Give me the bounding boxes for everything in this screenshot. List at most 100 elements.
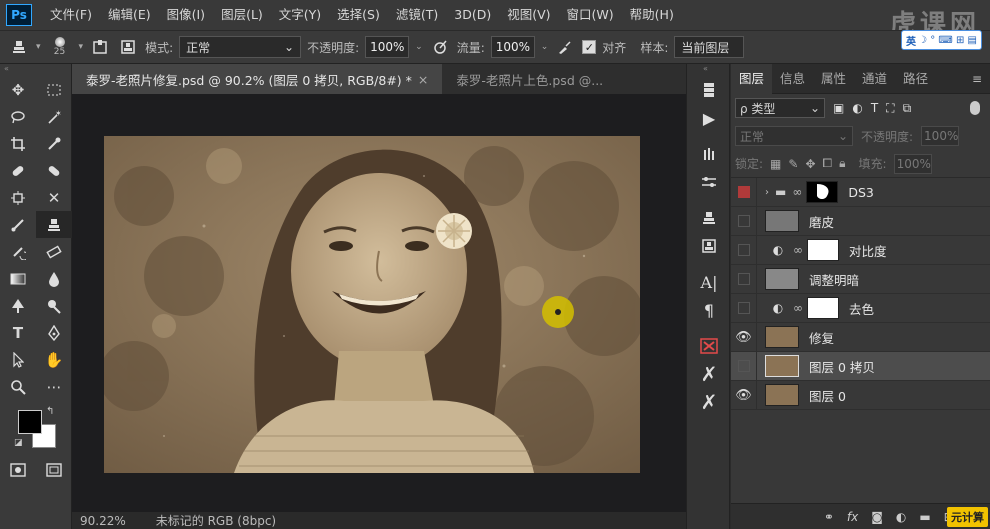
- visibility-toggle[interactable]: [731, 177, 757, 207]
- path-selection-tool-icon[interactable]: [0, 346, 36, 373]
- fill-input[interactable]: 100%: [893, 153, 932, 174]
- foreground-color-swatch[interactable]: [18, 410, 42, 434]
- clone-source-panel-icon[interactable]: [687, 204, 731, 232]
- actions-play-icon[interactable]: ▶: [687, 104, 731, 132]
- clone-source-panel-icon[interactable]: [89, 36, 111, 58]
- menu-filter[interactable]: 滤镜(T): [388, 0, 446, 30]
- filter-smart-icon[interactable]: ⧉: [903, 101, 912, 116]
- menu-layer[interactable]: 图层(L): [213, 0, 271, 30]
- ime-toolbar[interactable]: 英 ☽ ° ⌨ ⊞ ▤: [901, 30, 982, 50]
- plugin-tools-icon-2[interactable]: ✗: [687, 388, 731, 416]
- history-panel-icon[interactable]: [687, 76, 731, 104]
- filter-adjustment-icon[interactable]: ◐: [852, 101, 862, 115]
- menu-edit[interactable]: 编辑(E): [100, 0, 159, 30]
- align-checkbox[interactable]: ✓: [582, 40, 597, 54]
- dock-collapse-icon[interactable]: «: [687, 64, 729, 76]
- flow-dropdown-arrow[interactable]: ⌄: [541, 42, 549, 52]
- visibility-toggle[interactable]: 👁︎: [731, 380, 757, 410]
- menu-3d[interactable]: 3D(D): [446, 0, 499, 30]
- patch-tool-icon[interactable]: [36, 157, 72, 184]
- add-mask-icon[interactable]: ◙: [871, 510, 883, 524]
- menu-type[interactable]: 文字(Y): [271, 0, 329, 30]
- tab-channels[interactable]: 通道: [854, 64, 895, 94]
- paragraph-panel-icon[interactable]: ¶: [687, 296, 731, 324]
- magic-wand-tool-icon[interactable]: ✶: [36, 103, 72, 130]
- panel-menu-icon[interactable]: ≡: [972, 72, 982, 86]
- visibility-toggle[interactable]: [731, 264, 757, 294]
- lock-pixels-icon[interactable]: ✎: [788, 157, 798, 171]
- layer-row[interactable]: ◐ ∞ 去色: [731, 293, 990, 323]
- tab-layers[interactable]: 图层: [731, 63, 773, 94]
- mode-select[interactable]: 正常 ⌄: [179, 36, 302, 58]
- old-photo-canvas[interactable]: [104, 136, 640, 473]
- tab-document-repair[interactable]: 泰罗-老照片修复.psd @ 90.2% (图层 0 拷贝, RGB/8#) *…: [72, 64, 443, 94]
- canvas-area[interactable]: [72, 94, 686, 512]
- brush-settings-panel-icon[interactable]: [687, 168, 731, 196]
- group-mask-thumbnail[interactable]: [806, 181, 839, 203]
- opacity-dropdown-arrow[interactable]: ⌄: [415, 42, 423, 52]
- filter-toggle[interactable]: [970, 101, 980, 115]
- gradient-tool-icon[interactable]: [0, 265, 36, 292]
- hand-tool-icon[interactable]: ✋: [36, 346, 72, 373]
- eraser-tool-icon[interactable]: [36, 238, 72, 265]
- crop-tool-icon[interactable]: [0, 130, 36, 157]
- swap-colors-icon[interactable]: ↰: [46, 406, 54, 417]
- healing-brush-tool-icon[interactable]: [0, 157, 36, 184]
- screen-mode-icon[interactable]: [36, 456, 72, 483]
- character-panel-icon[interactable]: A|: [687, 268, 731, 296]
- brush-settings-icon[interactable]: [117, 36, 139, 58]
- close-icon[interactable]: ×: [418, 72, 428, 87]
- tab-document-colorize[interactable]: 泰罗-老照片上色.psd @...: [442, 64, 617, 94]
- flow-input[interactable]: 100%: [490, 36, 535, 58]
- brush-preset-picker[interactable]: 25: [47, 36, 73, 58]
- lock-artboard-icon[interactable]: ⧠: [823, 156, 833, 171]
- clone-stamp-tool-icon[interactable]: [8, 36, 30, 58]
- layer-mask-thumbnail[interactable]: [807, 239, 839, 261]
- tab-info[interactable]: 信息: [772, 64, 813, 94]
- blend-mode-select[interactable]: 正常 ⌄: [735, 126, 853, 146]
- cross-arrows-icon[interactable]: ✕: [36, 184, 72, 211]
- menu-view[interactable]: 视图(V): [499, 0, 558, 30]
- zoom-tool-icon[interactable]: [0, 373, 36, 400]
- brush-panel-icon[interactable]: [687, 140, 731, 168]
- preset-dropdown-arrow[interactable]: ▾: [36, 42, 41, 52]
- more-tools-icon[interactable]: ⋯: [36, 373, 72, 400]
- type-tool-icon[interactable]: T: [0, 319, 36, 346]
- default-colors-icon[interactable]: ◪: [14, 438, 23, 448]
- visibility-toggle[interactable]: [731, 351, 757, 381]
- plugin-red-icon[interactable]: [687, 332, 731, 360]
- new-group-icon[interactable]: ▬: [919, 510, 930, 524]
- fx-icon[interactable]: fx: [847, 510, 858, 524]
- quick-mask-icon[interactable]: [0, 456, 36, 483]
- plugin-tools-icon[interactable]: ✗: [687, 360, 731, 388]
- new-adjustment-icon[interactable]: ◐: [896, 510, 906, 524]
- tool-presets-icon[interactable]: [687, 232, 731, 260]
- history-brush-tool-icon[interactable]: [0, 238, 36, 265]
- airbrush-icon[interactable]: [554, 36, 576, 58]
- layer-opacity-input[interactable]: 100%: [921, 126, 960, 146]
- visibility-toggle[interactable]: [731, 293, 757, 323]
- sample-select[interactable]: 当前图层: [674, 36, 745, 58]
- layer-filter-select[interactable]: ρ 类型 ⌄: [735, 98, 825, 118]
- menu-image[interactable]: 图像(I): [159, 0, 213, 30]
- link-layers-icon[interactable]: ⚭: [824, 510, 834, 524]
- visibility-toggle[interactable]: 👁︎: [731, 322, 757, 352]
- frame-tool-icon[interactable]: [0, 184, 36, 211]
- layer-row[interactable]: ◐ ∞ 对比度: [731, 235, 990, 265]
- lasso-tool-icon[interactable]: [0, 103, 36, 130]
- brush-dropdown-arrow[interactable]: ▾: [79, 42, 84, 52]
- marquee-tool-icon[interactable]: [36, 76, 72, 103]
- pressure-opacity-icon[interactable]: [429, 36, 451, 58]
- menu-select[interactable]: 选择(S): [329, 0, 388, 30]
- menu-help[interactable]: 帮助(H): [622, 0, 682, 30]
- move-tool-icon[interactable]: ✥: [0, 76, 36, 103]
- layer-row[interactable]: 👁︎ 修复: [731, 322, 990, 352]
- visibility-toggle[interactable]: [731, 235, 757, 265]
- layer-row[interactable]: › ▬ ∞ DS3: [731, 177, 990, 207]
- lock-all-icon[interactable]: 🔒︎: [839, 156, 845, 171]
- lock-transparent-icon[interactable]: ▦: [770, 157, 781, 171]
- eyedropper-tool-icon[interactable]: [36, 130, 72, 157]
- panel-collapse-icon[interactable]: «: [0, 64, 71, 76]
- layer-mask-thumbnail[interactable]: [807, 297, 839, 319]
- burn-tool-icon[interactable]: [36, 292, 72, 319]
